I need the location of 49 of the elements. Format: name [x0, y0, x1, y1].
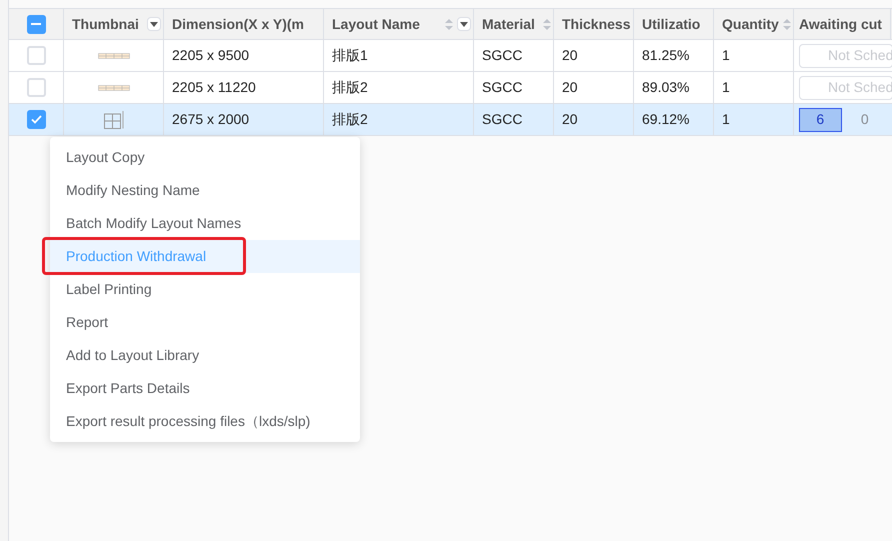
- column-header: Thickness: [562, 14, 630, 34]
- table-cell-text: 81.25%: [642, 46, 690, 65]
- table-cell-text: 20: [562, 78, 578, 97]
- column-header: Quantity: [722, 14, 779, 34]
- checkbox[interactable]: [26, 110, 46, 129]
- column-header: Utilizatio: [642, 14, 700, 34]
- menu-item[interactable]: Label Printing: [50, 273, 360, 306]
- menu-item[interactable]: Layout Copy: [50, 141, 360, 174]
- table-cell-text: 2205 x 9500: [172, 46, 250, 65]
- table-cell-text: 2675 x 2000: [172, 110, 250, 129]
- check-icon: [30, 115, 42, 124]
- menu-item[interactable]: Report: [50, 306, 360, 339]
- table-cell-text: 1: [722, 46, 730, 65]
- layout-thumbnail: [98, 52, 130, 58]
- column-header: Material: [482, 14, 535, 34]
- table-row[interactable]: 2675 x 2000 排版2 SGCC 20 69.12% 1 6 0: [9, 104, 892, 136]
- table-cell-text: SGCC: [482, 78, 522, 97]
- table-cell-text: 排版1: [332, 46, 368, 65]
- table-cell-text: 1: [722, 110, 730, 129]
- column-header: Dimension(X x Y)(m: [172, 14, 304, 34]
- checkbox[interactable]: [26, 14, 46, 34]
- table-cell-text: 89.03%: [642, 78, 690, 97]
- layout-thumbnail: [98, 84, 130, 90]
- layout-thumbnail: [104, 110, 124, 128]
- menu-item[interactable]: Batch Modify Layout Names: [50, 207, 360, 240]
- sort-icon[interactable]: [783, 18, 791, 30]
- table-cell-text: 20: [562, 110, 578, 129]
- column-header: Thumbnai: [72, 14, 139, 34]
- menu-item[interactable]: Export result processing files（lxds/slp): [50, 405, 360, 438]
- menu-item[interactable]: Add to Layout Library: [50, 339, 360, 372]
- menu-item[interactable]: Export Parts Details: [50, 372, 360, 405]
- dropdown-icon[interactable]: [457, 17, 471, 31]
- table-cell-text: 1: [722, 78, 730, 97]
- table-cell-text: 69.12%: [642, 110, 690, 129]
- table-cell-text: SGCC: [482, 46, 522, 65]
- table-cell-text: SGCC: [482, 110, 522, 129]
- checkbox[interactable]: [26, 46, 46, 65]
- column-header: Awaiting cut: [799, 14, 882, 34]
- table-cell-text: 排版2: [332, 78, 368, 97]
- checkbox[interactable]: [26, 78, 46, 97]
- sort-icon[interactable]: [445, 18, 453, 30]
- table-cell-text: 排版2: [332, 110, 368, 129]
- menu-item[interactable]: Modify Nesting Name: [50, 174, 360, 207]
- table-cell-text: 2205 x 11220: [172, 78, 256, 97]
- table-cell-text: 20: [562, 46, 578, 65]
- dropdown-icon[interactable]: [147, 17, 161, 31]
- column-header: Layout Name: [332, 14, 420, 34]
- sort-icon[interactable]: [543, 18, 551, 30]
- count-box[interactable]: 6: [799, 108, 842, 132]
